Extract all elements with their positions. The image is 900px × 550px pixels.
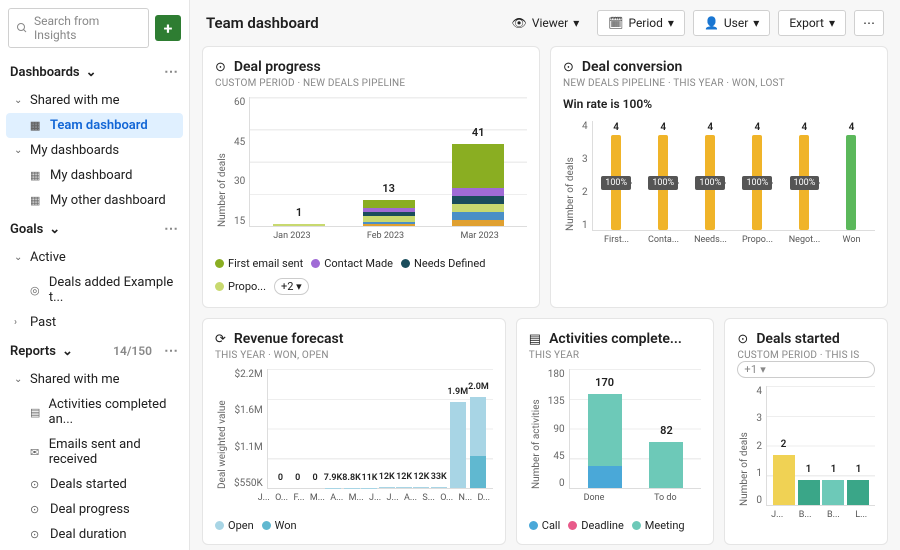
card-title: Deal conversion xyxy=(582,59,682,75)
card-deal-conversion: ⊙ Deal conversion NEW DEALS PIPELINE · TH… xyxy=(550,46,888,308)
legend-item: Open xyxy=(215,519,254,532)
period-dropdown[interactable]: 🗓Period▾ xyxy=(597,10,685,36)
card-subtitle: THIS YEAR xyxy=(529,350,702,361)
sidebar: Search from Insights + Dashboards ⌄ ⋯ ⌄Sh… xyxy=(0,0,190,550)
dollar-icon: ⊙ xyxy=(563,60,574,75)
y-axis-label: Number of deals xyxy=(563,121,578,231)
card-activities: ▤ Activities complete... THIS YEAR Number… xyxy=(516,318,715,545)
sidebar-reports-shared[interactable]: ⌄Shared with me xyxy=(0,367,189,392)
dashboard-icon: ▦ xyxy=(30,194,44,207)
calendar-icon: ▤ xyxy=(529,332,541,347)
card-subtitle: CUSTOM PERIOD · THIS IS +1▾ xyxy=(737,350,875,378)
chevron-down-icon: ⌄ xyxy=(86,65,97,80)
forecast-icon: ⟳ xyxy=(215,332,226,347)
chevron-down-icon: ⌄ xyxy=(49,222,60,237)
legend-item: Propo... xyxy=(215,280,266,293)
chevron-down-icon: ▾ xyxy=(829,16,835,30)
sidebar-my-dashboards[interactable]: ⌄My dashboards xyxy=(0,138,189,163)
card-title: Revenue forecast xyxy=(234,331,344,347)
y-axis-label: Deal weighted value xyxy=(215,369,230,489)
card-subtitle: NEW DEALS PIPELINE · THIS YEAR · WON, LO… xyxy=(563,78,875,89)
card-deal-progress: ⊙ Deal progress CUSTOM PERIOD · NEW DEALS… xyxy=(202,46,540,308)
sidebar-report-item[interactable]: ✉Emails sent and received xyxy=(0,432,189,472)
target-icon: ◎ xyxy=(30,284,43,297)
card-subtitle: THIS YEAR · WON, OPEN xyxy=(215,350,493,361)
more-legend-pill[interactable]: +2 ▾ xyxy=(274,278,309,295)
goals-heading[interactable]: Goals xyxy=(10,222,43,237)
report-icon: ⊙ xyxy=(30,503,44,516)
search-icon xyxy=(16,22,28,34)
more-icon[interactable]: ⋯ xyxy=(164,64,179,80)
sidebar-goal-deals[interactable]: ◎Deals added Example t... xyxy=(0,270,189,310)
dollar-icon: ⊙ xyxy=(215,60,226,75)
legend-item: Needs Defined xyxy=(401,257,485,270)
sidebar-goals-active[interactable]: ⌄Active xyxy=(0,245,189,270)
report-icon: ▤ xyxy=(30,406,43,419)
card-title: Activities complete... xyxy=(549,331,682,347)
report-icon: ⊙ xyxy=(30,528,44,541)
y-axis-label: Number of activities xyxy=(529,369,544,489)
search-input[interactable]: Search from Insights xyxy=(8,8,149,48)
eye-icon: 👁 xyxy=(512,16,527,30)
more-icon[interactable]: ⋯ xyxy=(164,221,179,237)
sidebar-my-other-dashboard[interactable]: ▦My other dashboard xyxy=(0,188,189,213)
legend-item: Deadline xyxy=(568,519,624,532)
card-subtitle: CUSTOM PERIOD · NEW DEALS PIPELINE xyxy=(215,78,527,89)
dollar-icon: ⊙ xyxy=(737,332,748,347)
y-axis-label: Number of deals xyxy=(215,97,230,227)
card-title: Deals started xyxy=(756,331,839,347)
sidebar-report-item[interactable]: ▤Activities completed an... xyxy=(0,392,189,432)
dashboard-icon: ▦ xyxy=(30,119,44,132)
chevron-down-icon: ▾ xyxy=(573,16,579,30)
dashboard-icon: ▦ xyxy=(30,169,44,182)
chevron-down-icon: ▾ xyxy=(753,16,759,30)
viewer-dropdown[interactable]: 👁Viewer▾ xyxy=(502,11,590,35)
y-axis-label: Number of deals xyxy=(737,386,752,506)
card-revenue-forecast: ⟳Revenue forecast THIS YEAR · WON, OPEN … xyxy=(202,318,506,545)
search-placeholder: Search from Insights xyxy=(34,14,141,42)
more-button[interactable]: ⋯ xyxy=(854,10,884,36)
legend-item: First email sent xyxy=(215,257,303,270)
report-icon: ⊙ xyxy=(30,478,44,491)
reports-count: 14/150 xyxy=(113,344,152,358)
legend-item: Meeting xyxy=(632,519,685,532)
sidebar-shared-with-me[interactable]: ⌄Shared with me xyxy=(0,88,189,113)
report-icon: ✉ xyxy=(30,446,43,459)
chevron-down-icon: ⌄ xyxy=(62,344,73,359)
page-title: Team dashboard xyxy=(206,14,319,32)
legend-item: Contact Made xyxy=(311,257,393,270)
calendar-icon: 🗓 xyxy=(608,16,623,30)
more-icon[interactable]: ⋯ xyxy=(164,343,179,359)
add-button[interactable]: + xyxy=(155,15,181,41)
legend-item: Won xyxy=(262,519,297,532)
win-rate-note: Win rate is 100% xyxy=(563,97,875,111)
sidebar-report-item[interactable]: ⊙Deal duration xyxy=(0,522,189,547)
sidebar-goals-past[interactable]: ›Past xyxy=(0,310,189,335)
export-button[interactable]: Export▾ xyxy=(778,10,846,36)
sidebar-report-item[interactable]: ⊙Deals started xyxy=(0,472,189,497)
chevron-down-icon: ▾ xyxy=(668,16,674,30)
topbar: Team dashboard 👁Viewer▾ 🗓Period▾ 👤User▾ … xyxy=(190,0,900,46)
user-icon: 👤 xyxy=(704,16,719,30)
sidebar-my-dashboard[interactable]: ▦My dashboard xyxy=(0,163,189,188)
user-dropdown[interactable]: 👤User▾ xyxy=(693,10,770,36)
sidebar-team-dashboard[interactable]: ▦Team dashboard xyxy=(6,113,183,138)
card-deals-started: ⊙ Deals started CUSTOM PERIOD · THIS IS +… xyxy=(724,318,888,545)
more-filters-pill[interactable]: +1▾ xyxy=(737,361,875,378)
dashboards-heading[interactable]: Dashboards xyxy=(10,65,80,80)
card-title: Deal progress xyxy=(234,59,321,75)
reports-heading[interactable]: Reports xyxy=(10,344,56,359)
sidebar-report-item[interactable]: ⊙Deal progress xyxy=(0,497,189,522)
legend-item: Call xyxy=(529,519,561,532)
